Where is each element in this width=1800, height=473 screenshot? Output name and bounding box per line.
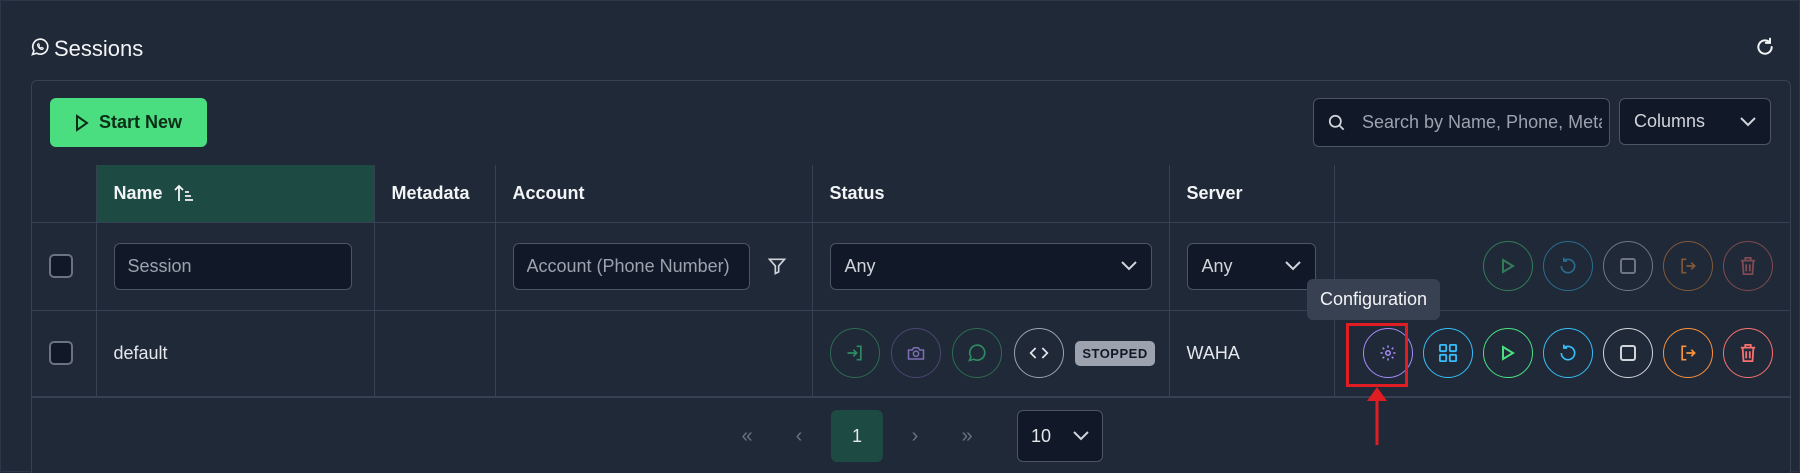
header-select [32,165,97,223]
filter-row: Any Any [32,222,1790,311]
first-page-button[interactable]: « [721,410,773,462]
stop-button[interactable] [1602,328,1653,378]
columns-label: Columns [1634,111,1706,131]
bulk-stop-button[interactable] [1602,241,1653,291]
prev-page-button[interactable]: ‹ [773,410,825,462]
login-button[interactable] [829,328,880,378]
bulk-logout-button[interactable] [1662,241,1713,291]
session-filter-input[interactable] [113,242,352,290]
status-filter-value: Any [844,255,876,276]
header-name-label: Name [113,182,163,203]
bulk-start-button[interactable] [1482,241,1533,291]
filter-account-cell [495,222,813,311]
page-title: Sessions [54,36,144,61]
last-page-button[interactable]: » [941,410,993,462]
whatsapp-button[interactable] [952,328,1003,378]
stop-icon [1619,345,1636,361]
account-filter-input[interactable] [512,242,750,290]
logout-button[interactable] [1662,328,1713,378]
restart-icon [1559,344,1575,361]
trash-icon [1740,344,1755,362]
code-button[interactable] [1013,328,1064,378]
columns-dropdown[interactable]: Columns [1619,98,1771,145]
status-filter-dropdown[interactable]: Any [829,242,1152,290]
start-new-button[interactable]: Start New [50,98,207,147]
header-status: Status [812,165,1170,223]
refresh-icon [1757,37,1773,55]
stop-icon [1619,258,1636,274]
camera-icon [907,347,925,360]
filter-icon[interactable] [767,256,787,276]
highlight-box [1346,323,1408,387]
code-icon [1029,347,1049,359]
header-name[interactable]: Name [96,165,375,223]
delete-button[interactable] [1722,328,1773,378]
refresh-button[interactable] [1752,34,1778,60]
search-box[interactable] [1313,98,1610,147]
bulk-delete-button[interactable] [1722,241,1773,291]
play-icon [75,113,89,132]
dashboard-button[interactable] [1422,328,1473,378]
select-all-checkbox[interactable] [49,254,73,278]
row-account-cell [495,310,813,397]
chevron-down-icon [1120,261,1137,271]
filter-metadata-cell [374,222,496,311]
sessions-table: Name Metadata Account Status Server Any [32,165,1790,397]
rows-per-page-value: 10 [1031,425,1052,446]
filter-status-cell: Any [812,222,1170,311]
search-icon [1328,114,1345,131]
play-icon [1501,258,1515,274]
whatsapp-icon [968,344,986,362]
grid-icon [1438,344,1457,362]
row-server-cell: WAHA [1169,310,1335,397]
filter-name-cell [96,222,375,311]
status-badge: STOPPED [1075,340,1155,366]
pagination: « ‹ 1 › » 10 [721,410,1103,462]
table-row: default STOPPED WAHA [32,310,1790,397]
row-status-cell: STOPPED [812,310,1170,397]
login-icon [847,345,862,361]
start-button[interactable] [1482,328,1533,378]
bulk-restart-button[interactable] [1542,241,1593,291]
whatsapp-icon [30,37,50,62]
configuration-tooltip: Configuration [1307,279,1441,320]
logout-icon [1680,345,1696,361]
sort-ascending-icon [173,184,193,201]
row-select-cell [32,310,97,397]
header-server: Server [1169,165,1335,223]
server-filter-value: Any [1201,255,1233,276]
header-actions [1334,165,1790,223]
server-filter-dropdown[interactable]: Any [1186,242,1316,290]
restart-icon [1559,257,1575,274]
row-metadata-cell [374,310,496,397]
toolbar: Start New Columns [32,81,1790,166]
screenshot-button[interactable] [890,328,941,378]
table-header-row: Name Metadata Account Status Server [32,165,1790,223]
start-new-label: Start New [98,112,183,132]
chevron-down-icon [1073,431,1089,441]
filter-select-cell [32,222,97,311]
restart-button[interactable] [1542,328,1593,378]
next-page-button[interactable]: › [889,410,941,462]
chevron-down-icon [1284,261,1301,271]
page-header: Sessions [30,33,143,65]
arrow-up-icon [1367,387,1387,445]
trash-icon [1740,257,1755,275]
search-input[interactable] [1360,111,1604,134]
header-account: Account [495,165,813,223]
row-checkbox[interactable] [49,341,73,365]
logout-icon [1680,258,1696,274]
play-icon [1501,345,1515,361]
chevron-down-icon [1740,116,1756,126]
rows-per-page-dropdown[interactable]: 10 [1017,410,1103,462]
page-1-button[interactable]: 1 [831,410,883,462]
row-name-cell: default [96,310,375,397]
header-metadata: Metadata [374,165,496,223]
